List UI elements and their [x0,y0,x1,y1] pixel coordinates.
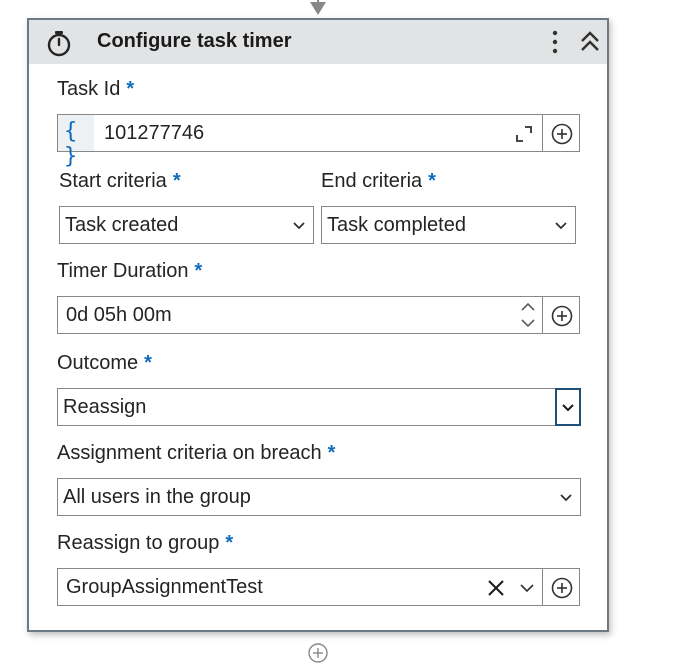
task-id-field[interactable]: { } 101277746 [57,114,543,169]
start-criteria-select[interactable]: Task created [59,206,314,244]
reassign-group-select[interactable]: GroupAssignmentTest [57,568,543,606]
chevron-down-icon [562,404,574,412]
collapse-icon[interactable] [578,29,602,55]
expression-icon: { } [58,115,94,169]
timer-duration-label: Timer Duration * [57,260,203,282]
card-title: Configure task timer [97,30,292,52]
start-criteria-label: Start criteria * [59,170,181,192]
expand-icon[interactable] [514,124,534,144]
chevron-down-icon [293,222,305,230]
start-criteria-value: Task created [65,214,179,236]
end-criteria-select[interactable]: Task completed [321,206,576,244]
chevron-down-icon[interactable] [520,584,534,592]
more-options-icon[interactable] [548,28,562,56]
timer-duration-value: 0d 05h 00m [66,304,172,326]
outcome-value: Reassign [63,396,147,418]
card-header: Configure task timer [29,20,607,64]
assignment-criteria-select[interactable]: All users in the group [57,478,581,516]
add-circle-icon [551,305,573,327]
stopwatch-icon [47,31,71,57]
chevron-down-icon [560,494,572,502]
configure-task-timer-card: Configure task timer Task Id * { } 101277… [27,18,609,632]
outcome-dropdown-button[interactable] [555,388,581,426]
outcome-select[interactable]: Reassign [57,388,581,426]
task-id-add-button[interactable] [542,114,580,152]
outcome-label: Outcome * [57,352,152,374]
timer-duration-field[interactable]: 0d 05h 00m [57,296,543,334]
chevron-down-icon [555,222,567,230]
assignment-criteria-value: All users in the group [63,486,251,508]
flow-arrow-icon [310,2,326,15]
task-id-label: Task Id * [57,78,135,100]
end-criteria-value: Task completed [327,214,466,236]
add-step-icon[interactable] [307,642,329,664]
spinner-icon[interactable] [520,300,536,330]
assignment-criteria-label: Assignment criteria on breach * [57,442,336,464]
add-circle-icon [551,123,573,145]
reassign-group-label: Reassign to group * [57,532,234,554]
timer-duration-add-button[interactable] [542,296,580,334]
add-circle-icon [551,577,573,599]
task-id-value: 101277746 [104,122,205,144]
reassign-group-value: GroupAssignmentTest [66,576,263,598]
end-criteria-label: End criteria * [321,170,436,192]
reassign-group-add-button[interactable] [542,568,580,606]
clear-icon[interactable] [486,578,506,598]
